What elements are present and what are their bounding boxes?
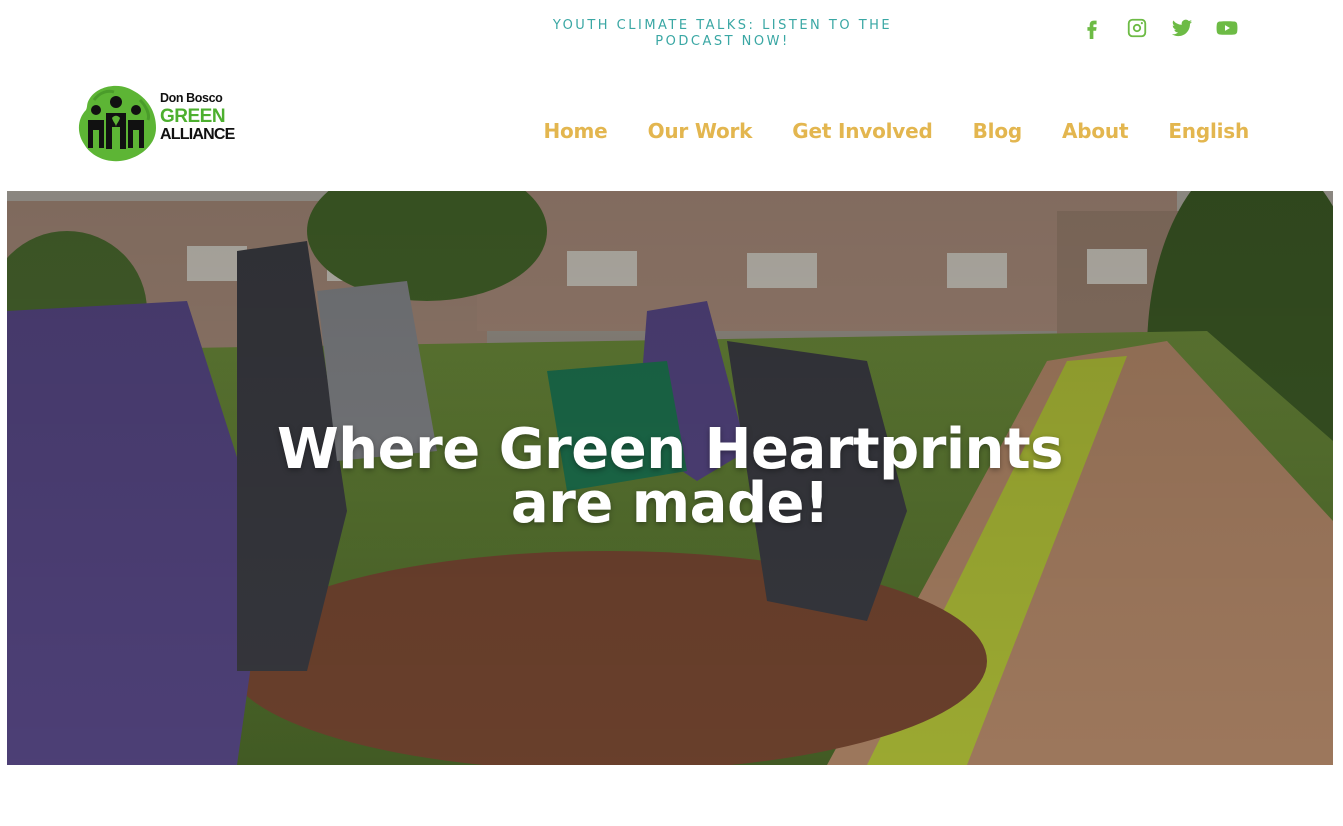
logo-line-3: ALLIANCE xyxy=(160,125,235,143)
logo-line-2: GREEN xyxy=(160,105,226,127)
main-nav: Home Our Work Get Involved Blog About En… xyxy=(503,116,1249,146)
facebook-icon xyxy=(1087,20,1097,39)
site-logo[interactable]: Don Bosco GREEN ALLIANCE xyxy=(74,80,235,164)
figure-head-right xyxy=(131,105,141,115)
youtube-link[interactable] xyxy=(1215,16,1239,40)
logo-text: Don Bosco GREEN ALLIANCE xyxy=(160,91,235,143)
social-links xyxy=(1080,16,1239,40)
instagram-link[interactable] xyxy=(1125,16,1149,40)
podcast-promo-link[interactable]: YOUTH CLIMATE TALKS: LISTEN TO THE PODCA… xyxy=(552,18,893,50)
logo-line-1: Don Bosco xyxy=(160,91,223,105)
instagram-icon xyxy=(1127,18,1147,38)
twitter-link[interactable] xyxy=(1170,16,1194,40)
twitter-icon xyxy=(1171,19,1193,37)
youtube-icon xyxy=(1216,21,1238,35)
nav-home[interactable]: Home xyxy=(543,116,607,146)
nav-blog[interactable]: Blog xyxy=(973,116,1023,146)
nav-about[interactable]: About xyxy=(1062,116,1129,146)
nav-our-work[interactable]: Our Work xyxy=(648,116,753,146)
figure-head-left xyxy=(91,105,101,115)
figure-head-center xyxy=(110,96,122,108)
language-selector[interactable]: English xyxy=(1168,116,1249,146)
logo-emblem xyxy=(78,85,156,162)
hero-banner: Where Green Heartprints are made! xyxy=(7,191,1333,765)
nav-get-involved[interactable]: Get Involved xyxy=(792,116,933,146)
facebook-link[interactable] xyxy=(1080,16,1104,40)
hero-title: Where Green Heartprints are made! xyxy=(276,417,1064,536)
